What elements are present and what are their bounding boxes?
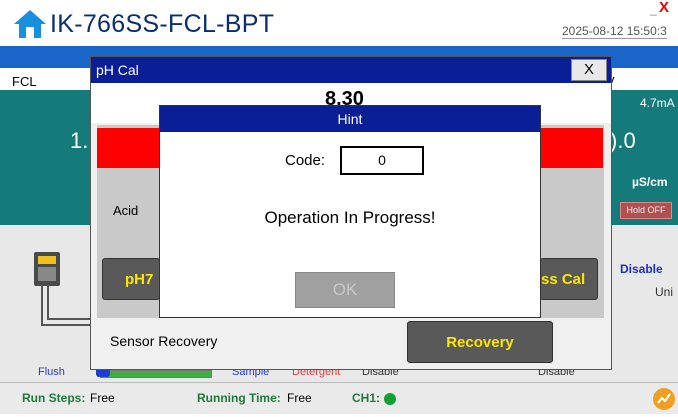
trend-chart-icon[interactable] [653,388,675,410]
tab-fcl[interactable]: FCL [12,74,37,89]
trend-line-icon [657,393,671,404]
cal-button[interactable]: ss Cal [540,258,598,300]
running-time-label: Running Time: [197,391,281,405]
sensor-recovery-label: Sensor Recovery [110,333,218,349]
minimize-button[interactable]: _ [650,2,657,16]
home-icon[interactable] [12,8,48,40]
alarm-bar-left [97,128,159,168]
ma-reading: 4.7mA [640,96,675,110]
code-field[interactable]: 0 [340,146,424,175]
ch1-status-indicator [384,393,396,405]
hint-title: Hint [160,106,540,132]
measurement-value-right: ).0 [610,128,636,153]
ph-cal-title: pH Cal [96,62,139,78]
hold-badge[interactable]: Hold OFF [620,202,672,219]
app-close-button[interactable]: X [659,0,669,16]
recovery-button[interactable]: Recovery [407,321,553,363]
ph7-cal-button[interactable]: pH7 [102,258,160,300]
run-steps-value: Free [90,391,115,405]
running-time-value: Free [287,391,312,405]
ph-cal-titlebar [91,57,611,83]
unit-right: Uni [655,285,674,299]
measurement-value-left: 1. [70,128,89,153]
flow-bar [100,370,212,378]
flush-label: Flush [38,366,65,378]
ok-button[interactable]: OK [295,272,395,308]
alarm-bar-right [540,128,603,168]
disable-status: Disable [620,262,663,276]
app-title: IK-766SS-FCL-BPT [50,10,275,38]
code-label: Code: [285,152,326,169]
unit-label: µS/cm [632,175,668,189]
ch1-label: CH1: [352,391,381,405]
datetime-display: 2025-08-12 15:50:3 [562,24,667,39]
run-steps-label: Run Steps: [22,391,86,405]
hint-message: Operation In Progress! [264,208,436,227]
ph-cal-close-button[interactable]: X [571,59,607,81]
acid-label: Acid [113,203,139,218]
